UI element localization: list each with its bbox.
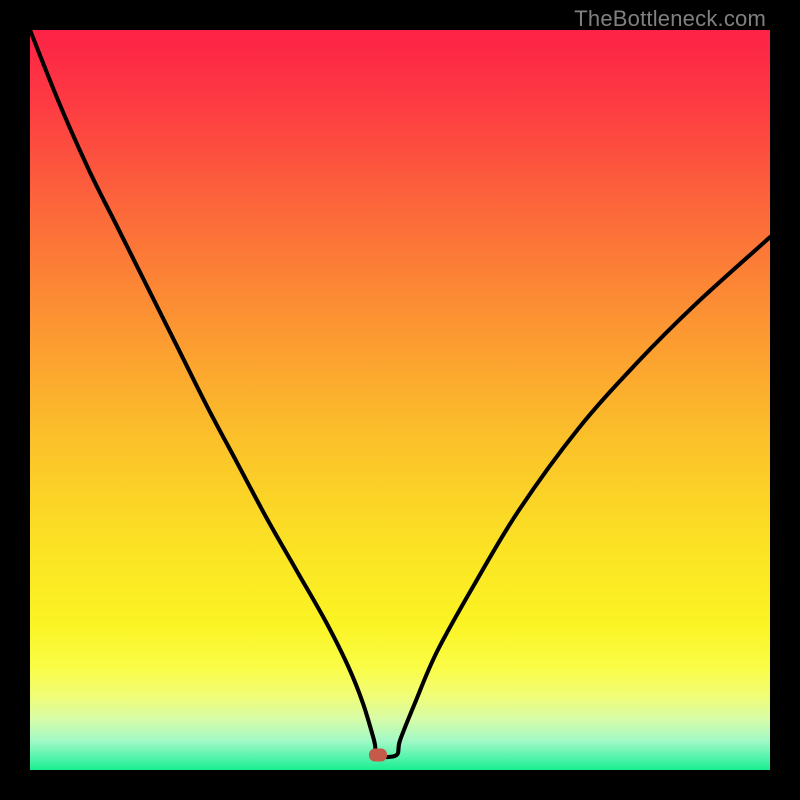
minimum-marker	[369, 749, 387, 762]
curve-layer	[30, 30, 770, 770]
chart-frame: TheBottleneck.com	[0, 0, 800, 800]
watermark-text: TheBottleneck.com	[574, 6, 766, 32]
bottleneck-curve	[30, 30, 770, 757]
plot-area	[30, 30, 770, 770]
